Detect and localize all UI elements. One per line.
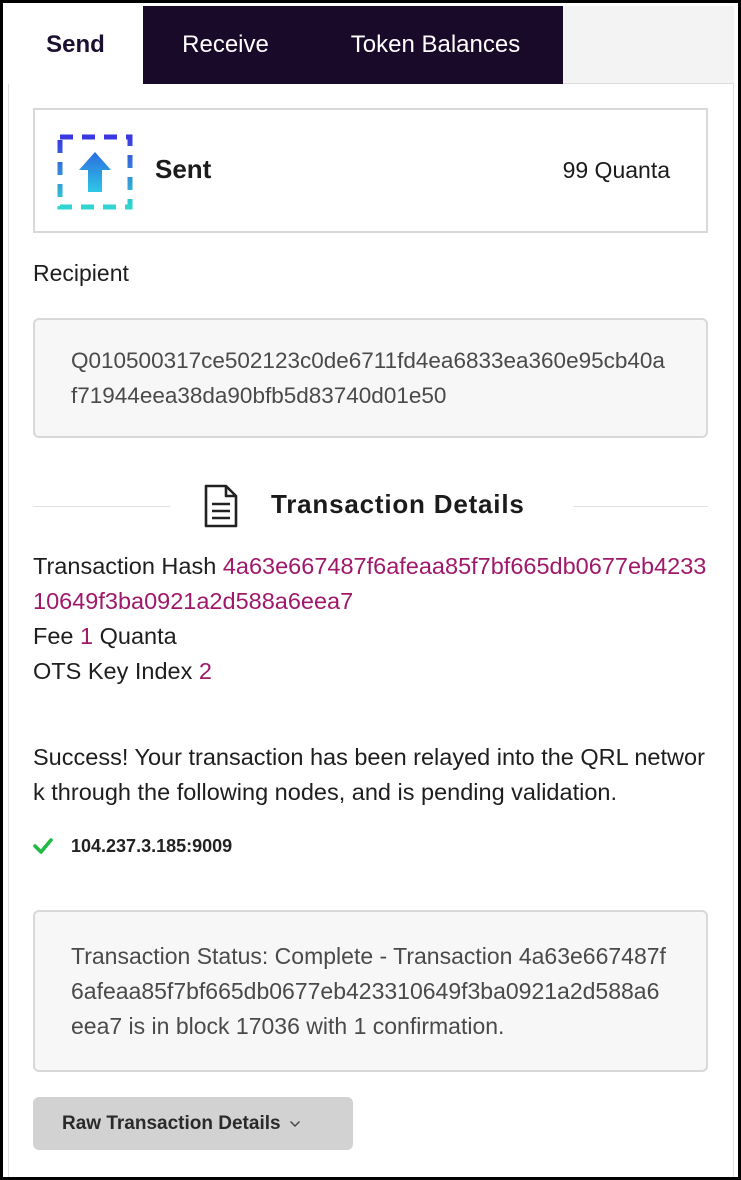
sent-summary-card: Sent 99 Quanta	[33, 108, 708, 233]
fee-unit: Quanta	[99, 623, 177, 649]
fee-row: Fee 1 Quanta	[33, 619, 708, 654]
ots-key-index-value: 2	[198, 658, 212, 684]
transaction-hash-label: Transaction Hash	[33, 553, 217, 579]
divider	[573, 506, 708, 507]
fee-label: Fee	[33, 623, 74, 649]
chevron-down-icon	[289, 1120, 300, 1127]
relay-node-item: 104.237.3.185:9009	[33, 831, 232, 861]
fee-value: 1	[80, 623, 94, 649]
success-message: Success! Your transaction has been relay…	[33, 744, 705, 805]
transaction-hash-row: Transaction Hash 4a63e667487f6afeaa85f7b…	[33, 549, 708, 619]
ots-key-index-label: OTS Key Index	[33, 658, 193, 684]
tab-token-balances[interactable]: Token Balances	[308, 6, 563, 84]
checkmark-icon	[33, 838, 53, 854]
raw-transaction-details-label: Raw Transaction Details	[62, 1112, 281, 1134]
transaction-details: Transaction Hash 4a63e667487f6afeaa85f7b…	[33, 549, 708, 689]
recipient-label: Recipient	[33, 260, 129, 286]
transaction-details-heading: Transaction Details	[271, 489, 525, 519]
sent-amount: 99 Quanta	[562, 157, 670, 183]
transaction-status: Transaction Status: Complete - Transacti…	[33, 910, 708, 1072]
relay-node-address: 104.237.3.185:9009	[71, 835, 233, 856]
tab-bar: Send Receive Token Balances	[8, 6, 738, 85]
upload-arrow-icon	[57, 134, 133, 210]
sent-title: Sent	[155, 154, 212, 184]
document-icon	[204, 484, 238, 528]
recipient-address: Q010500317ce502123c0de6711fd4ea6833ea360…	[33, 318, 708, 438]
divider	[33, 506, 170, 507]
ots-key-index-row: OTS Key Index 2	[33, 654, 708, 689]
raw-transaction-details-button[interactable]: Raw Transaction Details	[33, 1097, 353, 1150]
wallet-panel: Send Receive Token Balances Sent 99 Quan…	[3, 3, 738, 1177]
tab-receive[interactable]: Receive	[143, 6, 308, 84]
tab-send[interactable]: Send	[8, 6, 143, 85]
